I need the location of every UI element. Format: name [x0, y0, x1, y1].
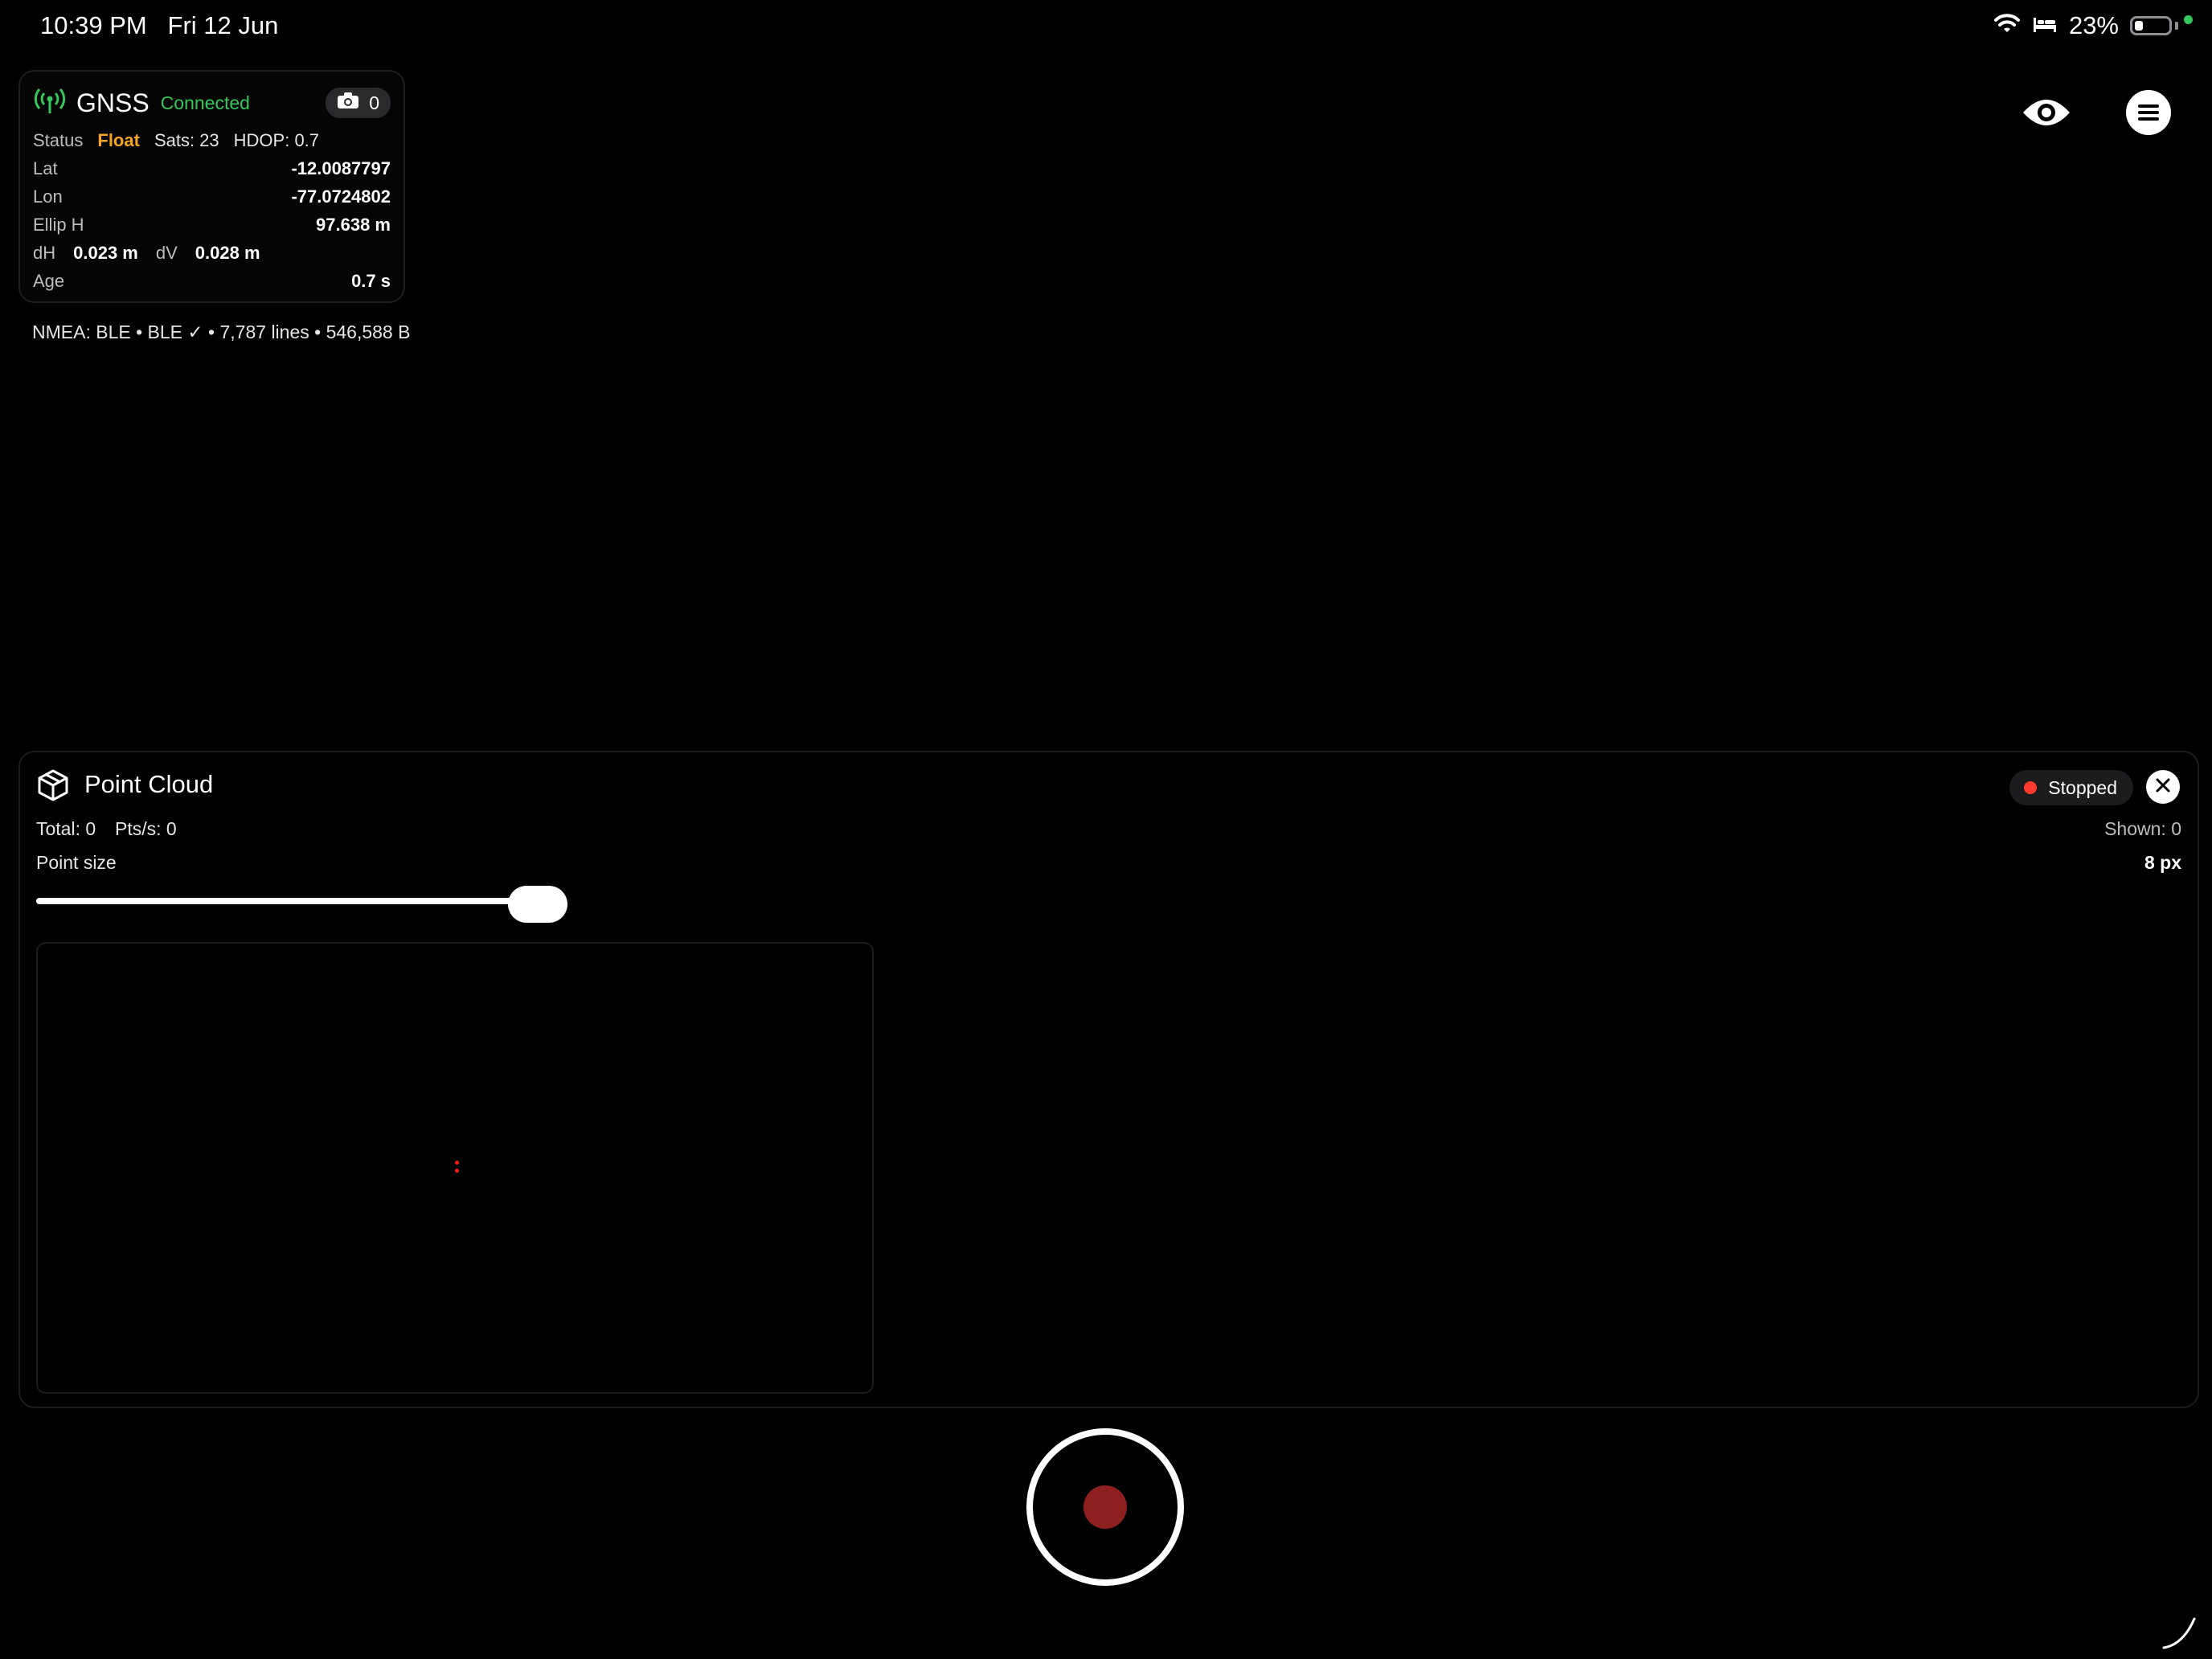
gnss-age-row: Age 0.7 s [33, 269, 391, 293]
recording-state: Stopped [2048, 776, 2117, 798]
battery-tip [2175, 22, 2178, 30]
ellip-label: Ellip H [33, 215, 84, 235]
point-size-value: 8 px [2144, 852, 2181, 873]
lon-value: -77.0724802 [291, 186, 391, 207]
gnss-card[interactable]: GNSS Connected 0 Status Float Sats: 23 H… [18, 70, 405, 303]
fix-status: Float [97, 130, 140, 150]
lat-label: Lat [33, 158, 58, 178]
status-label: Status [33, 130, 84, 150]
menu-icon [2125, 89, 2172, 140]
state-dot [2024, 781, 2038, 794]
close-icon [2155, 777, 2171, 797]
privacy-indicator-dot [2184, 15, 2193, 24]
cube-icon [36, 768, 70, 806]
photo-count-badge[interactable]: 0 [326, 88, 391, 118]
eye-icon [2022, 96, 2071, 133]
points-per-second: Pts/s: 0 [115, 818, 177, 839]
gnss-lat-row: Lat -12.0087797 [33, 157, 391, 181]
point-size-slider-track[interactable] [36, 898, 535, 904]
gnss-lon-row: Lon -77.0724802 [33, 185, 391, 209]
wifi-icon [1993, 11, 2021, 40]
camera-icon [337, 92, 359, 114]
antenna-icon [34, 88, 66, 119]
record-button[interactable] [1026, 1428, 1184, 1586]
age-label: Age [33, 271, 65, 291]
battery-icon [2130, 16, 2172, 35]
photo-count: 0 [369, 92, 379, 113]
cloud-point [455, 1169, 459, 1173]
gnss-precision-row: dH 0.023 m dV 0.028 m [33, 241, 391, 265]
dh-value: 0.023 m [73, 243, 138, 263]
shown-points: Shown: 0 [2104, 818, 2181, 839]
bed-icon [2032, 11, 2058, 40]
menu-button[interactable] [2124, 89, 2173, 140]
hdop-value: HDOP: 0.7 [233, 130, 320, 150]
nmea-status: NMEA: BLE • BLE ✓ • 7,787 lines • 546,58… [32, 322, 411, 342]
point-size-label: Point size [36, 852, 117, 873]
battery-fill [2135, 21, 2143, 31]
gnss-connection-status: Connected [160, 92, 250, 113]
gnss-title: GNSS [76, 88, 150, 117]
status-time: 10:39 PM [40, 11, 147, 39]
sats-count: Sats: 23 [154, 130, 219, 150]
visibility-toggle-button[interactable] [2022, 90, 2071, 138]
status-date: Fri 12 Jun [167, 11, 279, 39]
dh-label: dH [33, 243, 56, 263]
gnss-header: GNSS Connected 0 [34, 84, 391, 121]
lon-label: Lon [33, 186, 63, 207]
point-cloud-panel: Point Cloud Stopped Total: 0 Pts/s: 0 Sh… [18, 751, 2199, 1408]
age-value: 0.7 s [351, 271, 391, 291]
gnss-status-row: Status Float Sats: 23 HDOP: 0.7 [33, 129, 391, 153]
point-cloud-viewport[interactable] [36, 942, 874, 1394]
cloud-point [455, 1161, 459, 1165]
ellip-value: 97.638 m [316, 215, 391, 235]
lat-value: -12.0087797 [291, 158, 391, 178]
close-panel-button[interactable] [2146, 770, 2180, 804]
recording-state-badge: Stopped [2009, 770, 2133, 805]
point-cloud-title: Point Cloud [84, 770, 214, 798]
record-indicator [1083, 1485, 1127, 1529]
status-time-date: 10:39 PM Fri 12 Jun [40, 11, 278, 40]
gnss-ellip-row: Ellip H 97.638 m [33, 213, 391, 237]
dv-value: 0.028 m [195, 243, 260, 263]
dv-label: dV [155, 243, 178, 263]
corner-gesture-indicator [2162, 1612, 2199, 1653]
total-points: Total: 0 [36, 818, 96, 839]
point-size-slider-thumb[interactable] [508, 886, 567, 923]
battery-percent: 23% [2068, 11, 2119, 39]
status-right: 23% [1993, 11, 2178, 40]
